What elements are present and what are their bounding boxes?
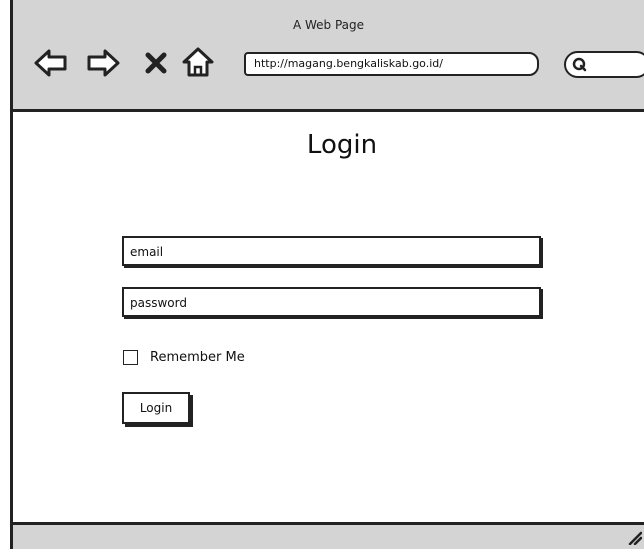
back-arrow-icon[interactable] bbox=[33, 48, 69, 78]
remember-me-label: Remember Me bbox=[150, 350, 245, 365]
email-field[interactable]: email bbox=[122, 236, 541, 266]
password-field[interactable]: password bbox=[122, 287, 541, 317]
close-icon[interactable] bbox=[145, 52, 167, 74]
search-field[interactable] bbox=[564, 51, 644, 78]
login-button[interactable]: Login bbox=[122, 392, 190, 424]
browser-chrome: A Web Page http://magang.bengkaliskab.go… bbox=[10, 0, 644, 112]
status-bar bbox=[10, 522, 644, 549]
resize-grip-icon[interactable] bbox=[628, 530, 643, 549]
search-icon bbox=[572, 57, 588, 77]
page-title: Login bbox=[306, 130, 378, 160]
address-bar[interactable]: http://magang.bengkaliskab.go.id/ bbox=[244, 52, 539, 76]
window-title: A Web Page bbox=[292, 18, 365, 32]
remember-me-checkbox[interactable] bbox=[123, 350, 138, 365]
forward-arrow-icon[interactable] bbox=[85, 48, 121, 78]
home-icon[interactable] bbox=[181, 46, 215, 78]
